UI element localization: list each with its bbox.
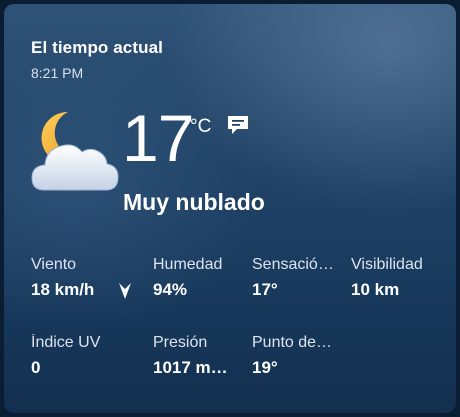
weather-condition: Muy nublado	[123, 189, 265, 215]
stat-label: Viento	[31, 256, 77, 273]
stat-value: 10 km	[351, 280, 400, 299]
stat-label: Sensació…	[252, 256, 334, 273]
stat-value: 0	[31, 358, 41, 377]
stat-label: Presión	[153, 334, 208, 351]
stat-dew-point: Punto de… 19°	[252, 334, 344, 378]
stat-value: 19°	[252, 358, 278, 377]
stat-feels-like: Sensació… 17°	[252, 256, 344, 300]
stat-visibility: Visibilidad 10 km	[351, 256, 451, 300]
stat-uv-index: Índice UV 0	[31, 334, 123, 378]
stat-value: 18 km/h	[31, 280, 95, 299]
stat-wind: Viento 18 km/h	[31, 256, 123, 300]
stat-pressure: Presión 1017 m…	[153, 334, 245, 378]
widget-title: El tiempo actual	[31, 38, 163, 57]
stat-value: 17°	[252, 280, 278, 299]
chat-bubble-icon[interactable]	[226, 114, 250, 136]
stat-label: Visibilidad	[351, 256, 423, 273]
stat-value: 1017 m…	[153, 358, 228, 377]
temperature-value: 17	[122, 101, 194, 175]
stat-label: Índice UV	[31, 334, 101, 351]
stat-label: Punto de…	[252, 334, 333, 351]
stat-label: Humedad	[153, 256, 223, 273]
partly-cloudy-night-icon	[31, 111, 119, 191]
temperature-unit: °C	[190, 116, 212, 137]
current-time: 8:21 PM	[31, 65, 84, 81]
stat-value: 94%	[153, 280, 188, 299]
weather-widget[interactable]: El tiempo actual 8:21 PM 17 °C Muy nubla…	[4, 4, 456, 413]
stat-humidity: Humedad 94%	[153, 256, 245, 300]
wind-direction-arrow-icon	[119, 283, 131, 299]
